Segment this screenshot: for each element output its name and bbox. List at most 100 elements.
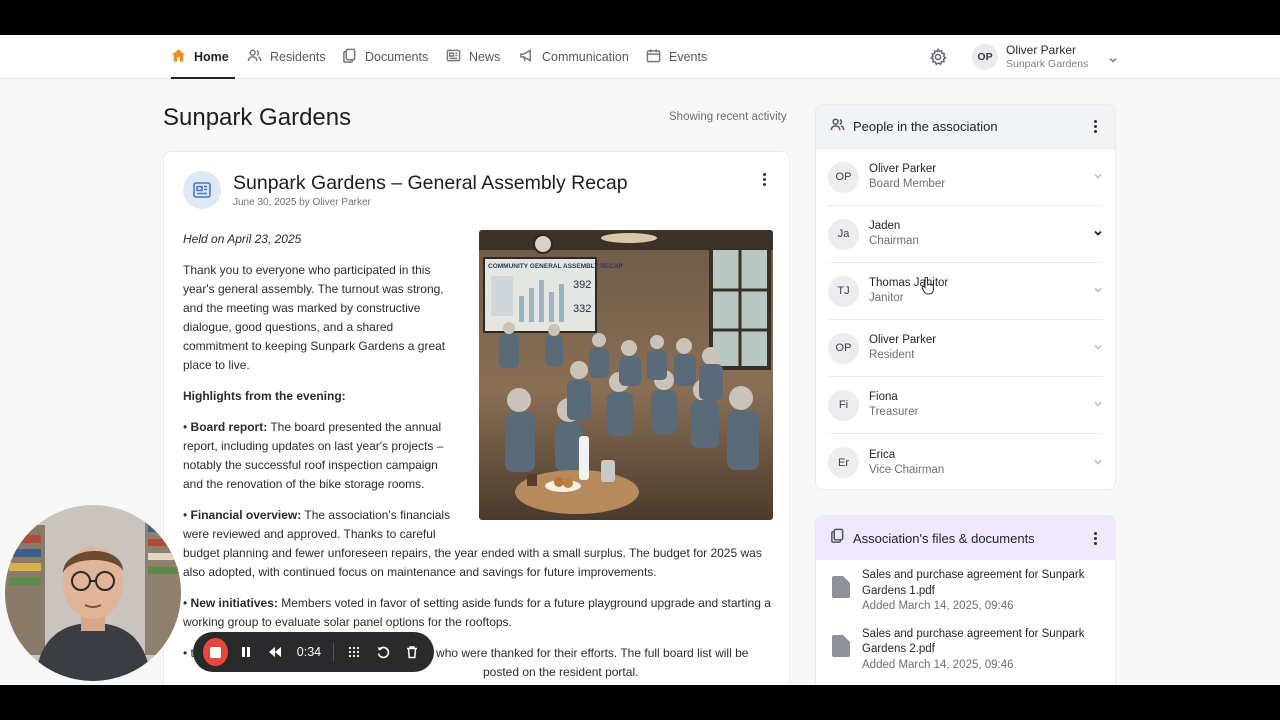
file-item[interactable]: Sales and purchase agreement for Sunpark…: [816, 560, 1115, 619]
article-new-initiatives: • New initiatives: Members voted in favo…: [183, 596, 771, 629]
person-role: Resident: [869, 349, 915, 361]
home-icon: [171, 48, 186, 66]
nav-tab-label: Communication: [542, 50, 629, 64]
chevron-down-icon[interactable]: [1093, 168, 1103, 186]
app-window: Home Residents Documents News Communicat…: [0, 35, 1280, 685]
article-title[interactable]: Sunpark Gardens – General Assembly Recap: [233, 172, 628, 195]
avatar: Ja: [828, 218, 859, 250]
page-title: Sunpark Gardens: [163, 104, 352, 131]
files-more-menu-button[interactable]: [1089, 530, 1101, 546]
file-name: Sales and purchase agreement for Sunpark…: [862, 569, 1085, 597]
hand-cursor-icon: [921, 277, 934, 295]
nav-tab-label: Home: [194, 50, 229, 64]
settings-button[interactable]: [929, 47, 947, 66]
person-role: Janitor: [869, 292, 904, 304]
people-card: People in the association OP Oliver Parke…: [815, 104, 1116, 490]
documents-icon: [342, 48, 357, 66]
people-more-menu-button[interactable]: [1089, 119, 1101, 135]
person-row[interactable]: Er Erica Vice Chairman: [828, 434, 1103, 489]
article-meta: June 30, 2025 by Oliver Parker: [233, 197, 371, 208]
stop-recording-button[interactable]: [203, 638, 229, 666]
chevron-down-icon[interactable]: [1093, 339, 1103, 357]
recording-timer: 0:34: [296, 645, 322, 659]
person-row[interactable]: Fi Fiona Treasurer: [828, 377, 1103, 434]
person-name: Oliver Parker: [869, 334, 937, 347]
user-organization: Sunpark Gardens: [1006, 57, 1089, 70]
chevron-down-icon[interactable]: [1093, 454, 1103, 472]
nav-tab-label: News: [469, 50, 501, 64]
nav-tab-communication[interactable]: Communication: [519, 35, 629, 79]
documents-icon: [830, 528, 845, 548]
rewind-icon: [269, 647, 282, 657]
webcam-overlay[interactable]: [5, 505, 181, 681]
avatar: Er: [828, 447, 859, 478]
nav-tab-documents[interactable]: Documents: [342, 35, 428, 79]
grid-button[interactable]: [342, 639, 365, 665]
nav-tab-residents[interactable]: Residents: [247, 35, 326, 79]
avatar: OP: [828, 161, 859, 193]
delete-button[interactable]: [401, 639, 424, 665]
files-card-title: Association's files & documents: [853, 530, 1035, 546]
news-article-card: Sunpark Gardens – General Assembly Recap…: [163, 151, 790, 685]
pause-icon: [241, 647, 250, 657]
person-row[interactable]: OP Oliver Parker Board Member: [828, 149, 1103, 206]
person-name: Fiona: [869, 391, 898, 404]
gear-icon: [929, 47, 947, 70]
nav-tab-label: Events: [669, 50, 708, 64]
restart-icon: [377, 646, 390, 659]
nav-tab-news[interactable]: News: [446, 35, 500, 79]
person-role: Treasurer: [869, 406, 919, 418]
files-card: Association's files & documents Sales an…: [815, 515, 1116, 685]
pause-button[interactable]: [234, 639, 257, 665]
nav-tab-label: Residents: [270, 50, 326, 64]
article-more-menu-button[interactable]: [756, 170, 772, 188]
avatar: OP: [972, 44, 998, 70]
newspaper-icon: [183, 171, 221, 209]
person-row[interactable]: Ja Jaden Chairman: [828, 206, 1103, 263]
chevron-down-icon[interactable]: [1093, 282, 1103, 300]
trash-icon: [407, 646, 418, 659]
newspaper-icon: [446, 48, 461, 66]
avatar: TJ: [828, 275, 859, 307]
grid-icon: [348, 646, 359, 658]
user-menu[interactable]: OP Oliver Parker Sunpark Gardens: [972, 43, 1118, 71]
chevron-down-icon[interactable]: [1093, 396, 1103, 414]
person-row[interactable]: TJ Thomas Janitor Janitor: [828, 263, 1103, 320]
initiatives-label: New initiatives:: [190, 596, 278, 610]
person-name: Thomas Janitor: [869, 277, 949, 290]
projector-number-1: 392: [573, 279, 591, 291]
projector-screen-title: COMMUNITY GENERAL ASSEMBLY RECAP: [488, 263, 624, 270]
file-date: Added March 14, 2025, 09:46: [862, 658, 1014, 671]
assembly-photo: COMMUNITY GENERAL ASSEMBLY RECAP 392 332: [479, 230, 773, 520]
nav-tab-events[interactable]: Events: [646, 35, 707, 79]
file-item[interactable]: Sales and purchase agreement for Sunpark…: [816, 619, 1115, 678]
article-intro: Thank you to everyone who participated i…: [183, 263, 446, 372]
person-name: Jaden: [869, 220, 901, 233]
people-list: OP Oliver Parker Board Member Ja Jaden Chairm…: [816, 149, 1115, 489]
rewind-button[interactable]: [263, 639, 286, 665]
activity-filter-note: Showing recent activity: [669, 111, 787, 123]
nav-tab-label: Documents: [365, 50, 429, 64]
article-board-report: • Board report: The board presented the …: [183, 420, 444, 491]
chevron-down-icon: [1108, 52, 1118, 63]
people-card-header: People in the association: [816, 105, 1115, 149]
avatar: OP: [828, 332, 859, 364]
person-name: Erica: [869, 448, 896, 461]
chevron-down-icon[interactable]: [1093, 225, 1103, 243]
person-row[interactable]: OP Oliver Parker Resident: [828, 320, 1103, 377]
article-body: COMMUNITY GENERAL ASSEMBLY RECAP 392 332: [183, 230, 773, 685]
restart-button[interactable]: [371, 639, 394, 665]
recording-toolbar: 0:34: [193, 632, 434, 672]
users-icon: [247, 48, 262, 66]
person-role: Chairman: [869, 235, 919, 247]
megaphone-icon: [519, 48, 534, 66]
board-report-label: Board report:: [190, 420, 268, 434]
avatar: Fi: [828, 389, 859, 421]
file-date: Added March 14, 2025, 09:46: [862, 600, 1014, 613]
user-name: Oliver Parker: [1006, 43, 1077, 58]
projector-number-2: 332: [573, 303, 591, 315]
files-card-header: Association's files & documents: [816, 516, 1115, 560]
nav-tab-home[interactable]: Home: [171, 35, 235, 79]
person-role: Board Member: [869, 178, 946, 190]
person-name: Oliver Parker: [869, 163, 937, 176]
